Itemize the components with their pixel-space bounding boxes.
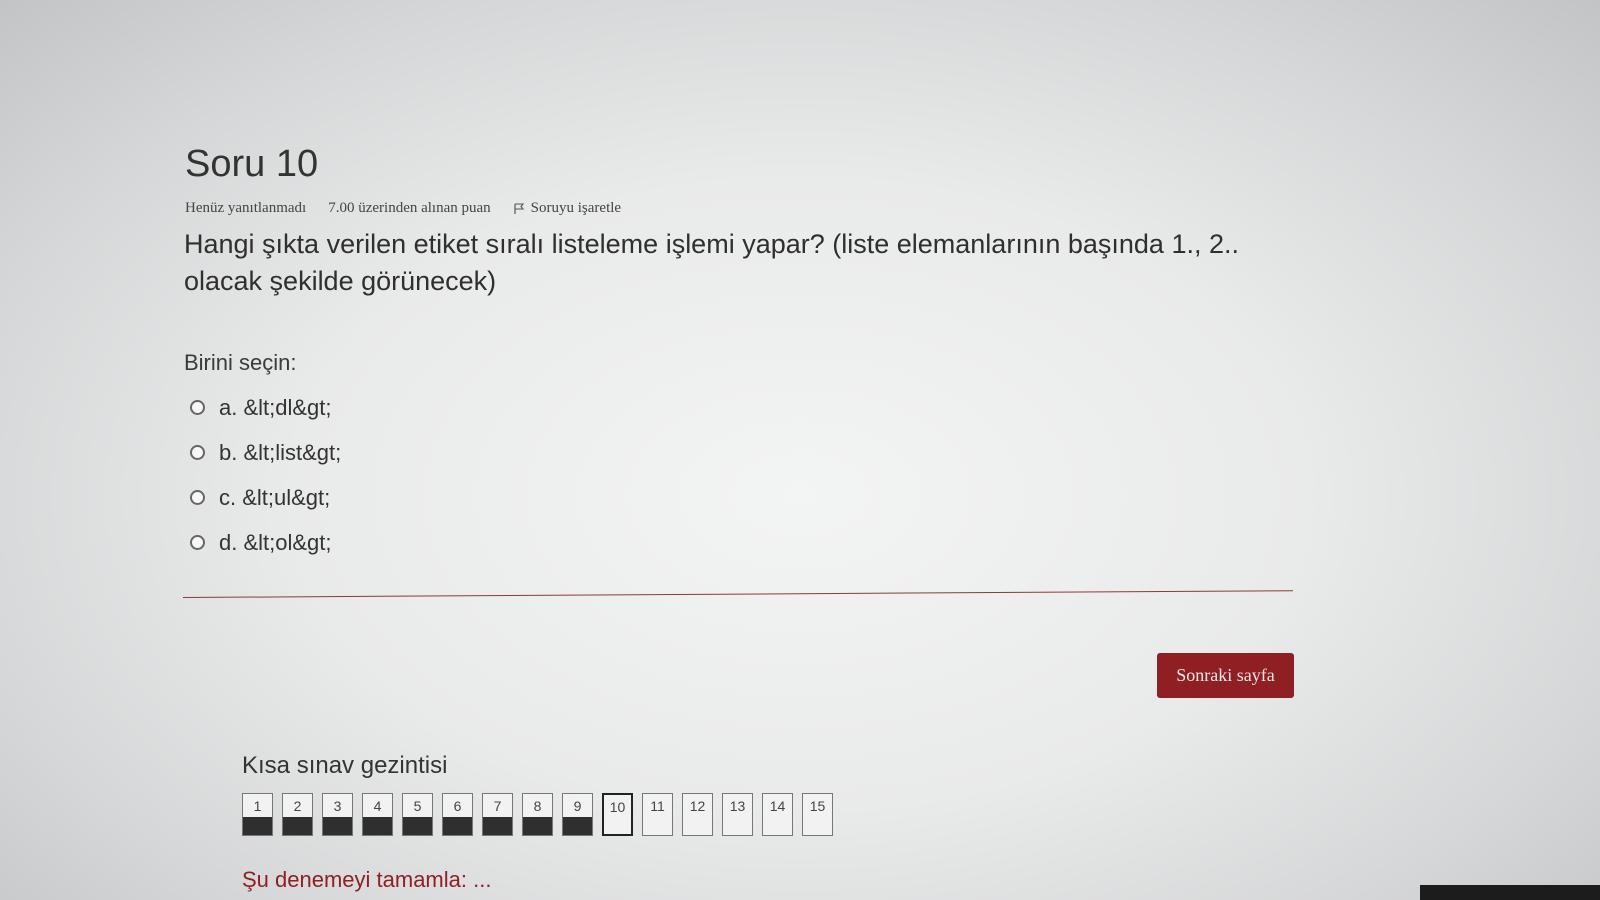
quiz-nav-item-12[interactable]: 12 <box>682 793 713 836</box>
quiz-nav-item-15[interactable]: 15 <box>802 793 833 836</box>
quiz-nav-item-6[interactable]: 6 <box>442 793 473 836</box>
quiz-nav-item-8[interactable]: 8 <box>522 793 553 836</box>
question-status: Henüz yanıtlanmadı <box>185 200 307 216</box>
taskbar-fragment <box>1420 885 1600 900</box>
quiz-nav-item-11[interactable]: 11 <box>642 793 673 836</box>
finish-attempt-link[interactable]: Şu denemeyi tamamla: ... <box>242 867 491 893</box>
quiz-nav-item-9[interactable]: 9 <box>562 793 593 836</box>
quiz-nav-item-14[interactable]: 14 <box>762 793 793 836</box>
question-meta: Henüz yanıtlanmadı 7.00 üzerinden alınan… <box>185 200 621 217</box>
quiz-nav-item-1[interactable]: 1 <box>242 793 273 836</box>
answer-prompt: Birini seçin: <box>184 350 297 375</box>
flag-icon <box>514 202 524 214</box>
flag-question-button[interactable]: Soruyu işaretle <box>513 200 621 217</box>
flag-question-label: Soruyu işaretle <box>530 200 622 216</box>
answer-option-label: c. &lt;ul&gt; <box>219 484 331 510</box>
quiz-page: Soru 10 Henüz yanıtlanmadı 7.00 üzerinde… <box>0 0 1600 900</box>
answer-option-label: d. &lt;ol&gt; <box>219 529 332 555</box>
next-page-button[interactable]: Sonraki sayfa <box>1157 653 1294 698</box>
quiz-nav-item-5[interactable]: 5 <box>402 793 433 836</box>
quiz-nav-item-4[interactable]: 4 <box>362 793 393 836</box>
quiz-nav-item-7[interactable]: 7 <box>482 793 513 836</box>
radio-icon[interactable] <box>190 535 205 550</box>
answer-option-c[interactable]: c. &lt;ul&gt; <box>190 475 341 520</box>
answer-option-label: b. &lt;list&gt; <box>219 439 342 465</box>
quiz-navigation-title: Kısa sınav gezintisi <box>242 752 448 779</box>
question-text: Hangi şıkta verilen etiket sıralı listel… <box>184 229 1239 296</box>
divider <box>182 590 1293 598</box>
answer-options: a. &lt;dl&gt; b. &lt;list&gt; c. &lt;ul&… <box>190 385 341 565</box>
answer-option-label: a. &lt;dl&gt; <box>219 394 332 420</box>
answer-option-b[interactable]: b. &lt;list&gt; <box>190 430 341 475</box>
question-points: 7.00 üzerinden alınan puan <box>328 200 491 216</box>
radio-icon[interactable] <box>190 490 205 505</box>
quiz-nav-item-2[interactable]: 2 <box>282 793 313 836</box>
quiz-nav-item-13[interactable]: 13 <box>722 793 753 836</box>
answer-option-d[interactable]: d. &lt;ol&gt; <box>190 520 341 565</box>
question-title: Soru 10 <box>185 143 319 185</box>
quiz-nav-item-10[interactable]: 10 <box>602 793 633 836</box>
answer-option-a[interactable]: a. &lt;dl&gt; <box>190 385 341 430</box>
radio-icon[interactable] <box>190 400 205 415</box>
quiz-nav-item-3[interactable]: 3 <box>322 793 353 836</box>
quiz-navigation: 1 2 3 4 5 6 7 8 9 10 11 12 13 14 15 <box>242 793 833 836</box>
radio-icon[interactable] <box>190 445 205 460</box>
